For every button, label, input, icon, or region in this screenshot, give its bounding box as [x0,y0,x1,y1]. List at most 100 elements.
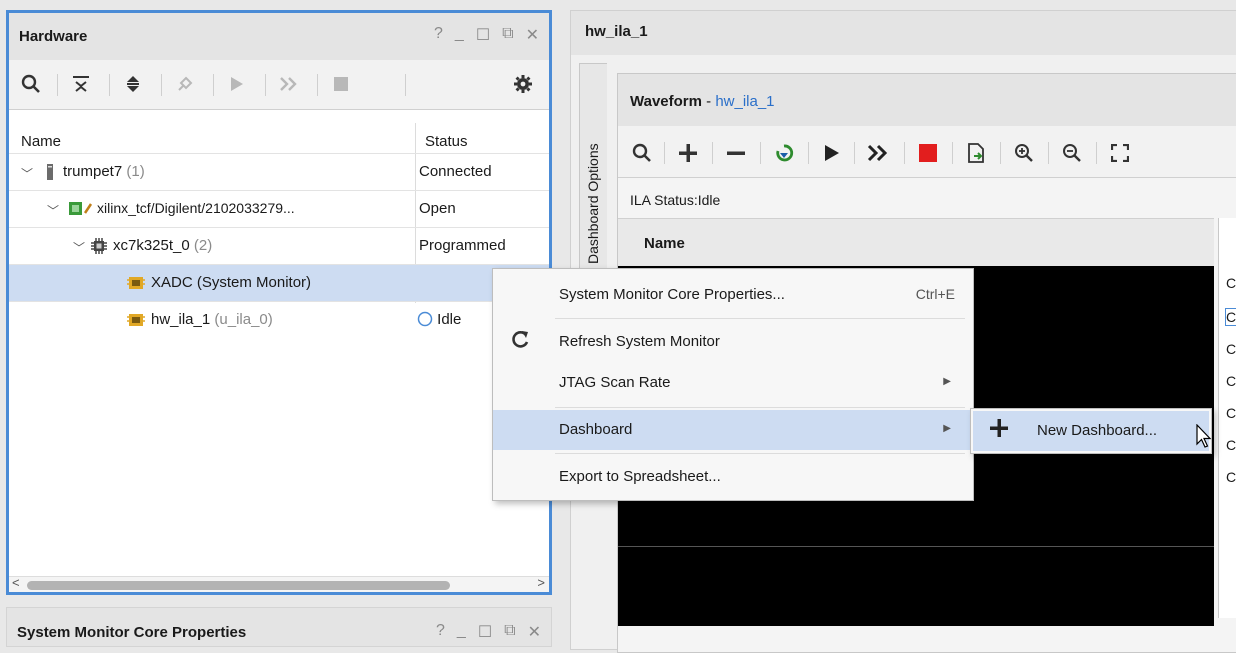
value-cell: C [1226,275,1236,291]
maximize-icon[interactable]: ☐ [476,25,490,45]
help-icon[interactable]: ? [434,25,443,45]
close-icon[interactable]: ✕ [526,25,539,45]
mouse-cursor-icon [1196,424,1212,448]
waveform-title-bold: Waveform [630,93,702,110]
submenu-arrow-icon: ▶ [943,376,951,387]
dashboard-submenu: New Dashboard... [970,408,1212,454]
minimize-icon[interactable]: _ [455,25,464,45]
hardware-panel: Hardware ? _ ☐ ⧉ ✕ Name Status ﹀ trumpet… [6,10,552,595]
dashboard-options-tab[interactable]: Dashboard Options [579,63,607,303]
value-cell: C [1226,405,1236,421]
sysmon-icon [127,275,145,295]
name-header-label: Name [644,235,685,252]
value-cell: C [1226,469,1236,485]
value-cell: C [1226,437,1236,453]
auto-retrigger-icon[interactable] [770,139,798,167]
tree-label: trumpet7 [63,163,123,180]
add-icon[interactable] [674,139,702,167]
waveform-title-link[interactable]: hw_ila_1 [715,93,774,110]
search-icon[interactable] [628,139,656,167]
expand-all-icon[interactable] [119,70,147,98]
menu-item-label: Refresh System Monitor [559,333,720,350]
tree-label: XADC (System Monitor) [151,274,312,291]
tree-label: xilinx_tcf/Digilent/2102033279... [97,200,295,216]
minimize-icon[interactable]: _ [457,622,466,642]
tree-label: hw_ila_1 [151,311,211,328]
export-icon[interactable] [962,139,990,167]
menu-item-label: Export to Spreadsheet... [559,468,721,485]
chevron-down-icon[interactable]: ﹀ [73,239,85,256]
run-immediate-icon[interactable] [864,139,892,167]
menu-item-label: Dashboard [559,421,633,438]
plus-icon [989,417,1009,445]
search-icon[interactable] [17,70,45,98]
run-trigger-icon[interactable] [223,70,251,98]
hardware-title: Hardware [19,28,88,45]
gear-icon[interactable] [509,70,537,98]
menu-item-dashboard[interactable]: Dashboard ▶ [493,410,973,450]
side-tab-label: Dashboard Options [585,143,601,264]
menu-item-label: System Monitor Core Properties... [559,286,785,303]
tree-count: (u_ila_0) [214,311,273,328]
menu-accelerator: Ctrl+E [915,286,955,302]
scroll-left-icon[interactable]: < [12,575,20,590]
row-status: Idle [437,311,462,328]
waveform-title: Waveform - hw_ila_1 [618,74,1236,126]
row-status: Programmed [419,237,506,254]
help-icon[interactable]: ? [436,622,445,642]
zoom-out-icon[interactable] [1058,139,1086,167]
value-cell: C [1226,341,1236,357]
tree-row-xadc[interactable]: XADC (System Monitor) [9,264,549,301]
close-icon[interactable]: ✕ [528,622,541,642]
hardware-titlebar: Hardware ? _ ☐ ⧉ ✕ [9,13,549,60]
menu-item-new-dashboard[interactable]: New Dashboard... [973,411,1209,451]
stop-icon[interactable] [327,70,355,98]
value-cell: C [1224,308,1236,326]
menu-item-jtag-scan-rate[interactable]: JTAG Scan Rate ▶ [493,363,973,403]
scroll-right-icon[interactable]: > [537,575,545,590]
stop-icon[interactable] [914,139,942,167]
tree-row-ila[interactable]: hw_ila_1 (u_ila_0) Idle [9,301,549,338]
menu-item-refresh[interactable]: Refresh System Monitor [493,322,973,362]
tree-count: (2) [193,237,213,254]
menu-item-core-properties[interactable]: System Monitor Core Properties... Ctrl+E [493,275,973,315]
hardware-toolbar [9,60,549,110]
window-controls: ? _ ☐ ⧉ ✕ [434,25,539,45]
horizontal-scrollbar[interactable]: < > [9,575,549,592]
run-immediate-icon[interactable] [275,70,303,98]
idle-status: Idle [417,311,461,328]
float-icon[interactable]: ⧉ [504,622,515,642]
window-controls: ? _ ☐ ⧉ ✕ [436,622,541,642]
menu-item-label: New Dashboard... [1037,422,1158,439]
row-status: Open [419,200,456,217]
maximize-icon[interactable]: ☐ [478,622,492,642]
board-icon [69,201,95,221]
idle-circle-icon [417,311,433,327]
system-monitor-properties-panel: System Monitor Core Properties ? _ ☐ ⧉ ✕ [6,607,552,647]
scroll-thumb[interactable] [27,581,450,590]
float-icon[interactable]: ⧉ [502,25,513,45]
waveform-title-sep: - [701,93,716,110]
tree-row-trumpet7[interactable]: ﹀ trumpet7 (1) Connected [9,153,549,190]
chevron-down-icon[interactable]: ﹀ [21,165,33,182]
status-column-header[interactable]: Status [425,133,468,150]
row-status: Connected [419,163,492,180]
tree-row-device[interactable]: ﹀ xc7k325t_0 (2) Programmed [9,227,549,264]
menu-item-export-spreadsheet[interactable]: Export to Spreadsheet... [493,457,973,497]
menu-item-label: JTAG Scan Rate [559,374,671,391]
name-column-header[interactable]: Name [21,133,61,150]
tree-row-target[interactable]: ﹀ xilinx_tcf/Digilent/2102033279... Open [9,190,549,227]
submenu-arrow-icon: ▶ [943,423,951,434]
chevron-down-icon[interactable]: ﹀ [47,202,59,219]
zoom-fit-icon[interactable] [1106,139,1134,167]
remove-icon[interactable] [722,139,750,167]
run-trigger-icon[interactable] [818,139,846,167]
auto-connect-icon[interactable] [171,70,199,98]
tree-count: (1) [126,163,145,180]
name-column-header[interactable]: Name [618,218,1214,266]
ila-tab-title[interactable]: hw_ila_1 [571,11,1236,55]
zoom-in-icon[interactable] [1010,139,1038,167]
waveform-toolbar [618,126,1236,178]
collapse-all-icon[interactable] [67,70,95,98]
ila-status: ILA Status:Idle [630,192,721,208]
